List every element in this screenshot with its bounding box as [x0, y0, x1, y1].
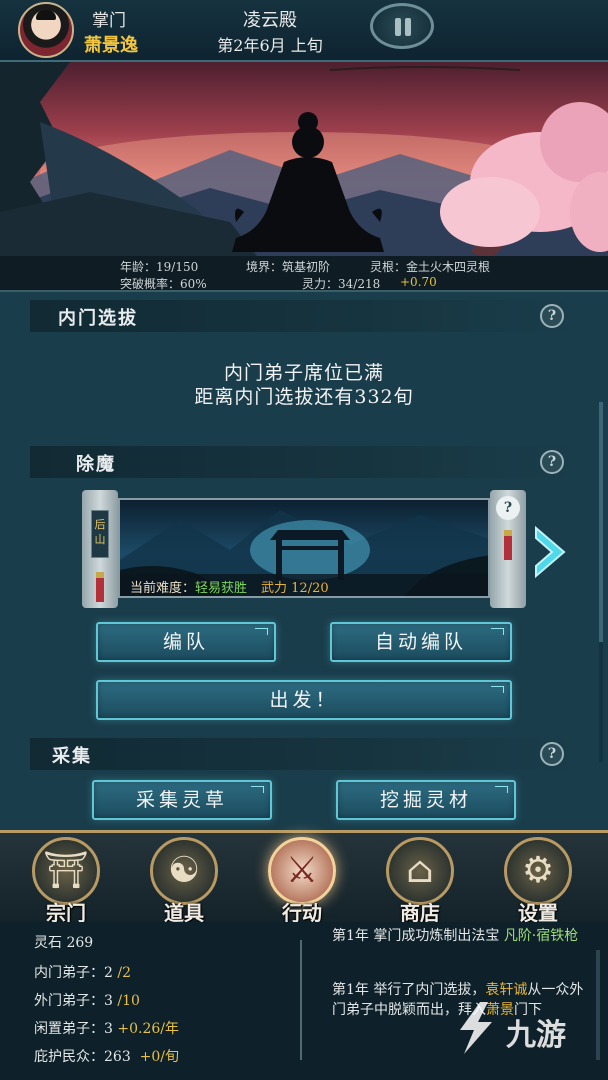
- spiritual-power-rate: +0.70: [400, 275, 437, 289]
- disciple-name: 袁轩诚: [485, 982, 528, 998]
- help-icon[interactable]: ?: [540, 742, 564, 766]
- auto-team-button[interactable]: 自动编队: [330, 622, 512, 662]
- nine-game-logo-icon: [460, 1002, 492, 1054]
- meditation-scene: [0, 62, 608, 260]
- shop-icon: ⌂: [406, 850, 434, 891]
- sect-gate-icon: ⛩: [43, 850, 89, 891]
- leader-avatar[interactable]: [18, 2, 74, 58]
- hall-name: 凌云殿: [243, 10, 297, 31]
- watermark-logo: 九游: [450, 1000, 600, 1056]
- tassel-icon: [504, 530, 512, 560]
- artifact-name: 凡阶·宿铁枪: [503, 928, 579, 944]
- inner-selection-countdown: 距离内门选拔还有332旬: [194, 386, 414, 408]
- watermark-text: 九游: [506, 1018, 566, 1053]
- help-icon[interactable]: ?: [540, 304, 564, 328]
- mission-card[interactable]: 后山 当前难度：轻易获胜 武力 12/20 ?: [82, 490, 526, 608]
- pause-button[interactable]: [370, 3, 434, 49]
- section-header-demon-slaying: 除魔 ?: [30, 446, 576, 478]
- leader-name: 萧景逸: [84, 35, 138, 56]
- nav-settings[interactable]: ⚙ 设置: [492, 837, 584, 925]
- breakthrough-stat: 突破概率：60%: [120, 277, 207, 291]
- top-bar: 掌门 萧景逸 凌云殿 第2年6月 上旬: [0, 0, 608, 62]
- gather-herbs-button[interactable]: 采集灵草: [92, 780, 272, 820]
- depart-button[interactable]: 出发！: [96, 680, 512, 720]
- tassel-icon: [96, 572, 104, 602]
- team-button[interactable]: 编队: [96, 622, 276, 662]
- mission-caption: 当前难度：轻易获胜 武力 12/20: [120, 574, 488, 596]
- nav-action[interactable]: ⚔ 行动: [256, 837, 348, 925]
- help-icon[interactable]: ?: [540, 450, 564, 474]
- scroll-roller-left: 后山: [82, 490, 118, 608]
- inner-disciples: 内门弟子：2 /2: [34, 965, 131, 981]
- spirit-root-stat: 灵根：金土火木四灵根: [370, 260, 491, 274]
- difficulty-value: 轻易获胜: [195, 581, 248, 596]
- leader-role: 掌门: [92, 11, 126, 31]
- section-header-inner-selection: 内门选拔 ?: [30, 300, 576, 332]
- next-mission-arrow-icon[interactable]: [530, 522, 570, 582]
- scroll-roller-right: ?: [490, 490, 526, 608]
- event-log-entry: 第1年 掌门成功炼制出法宝 凡阶·宿铁枪: [332, 928, 579, 944]
- nav-items[interactable]: ☯ 道具: [138, 837, 230, 925]
- inner-selection-status: 内门弟子席位已满: [223, 362, 384, 384]
- panel-scrollbar-thumb[interactable]: [599, 402, 603, 642]
- sword-scroll-icon: ⚔: [285, 850, 319, 891]
- game-date: 第2年6月 上旬: [217, 36, 323, 55]
- nav-shop[interactable]: ⌂ 商店: [374, 837, 466, 925]
- nav-sect[interactable]: ⛩ 宗门: [20, 837, 112, 925]
- bottom-nav: ⛩ 宗门 ☯ 道具 ⚔ 行动 ⌂ 商店 ⚙ 设置: [0, 830, 608, 925]
- pause-icon: [395, 18, 401, 36]
- section-title: 采集: [52, 746, 92, 767]
- section-header-gathering: 采集 ?: [30, 738, 576, 770]
- divider: [300, 940, 302, 1060]
- age-stat: 年龄：19/150: [120, 260, 199, 274]
- idle-disciples: 闲置弟子：3 +0.26/年: [34, 1021, 179, 1037]
- force-requirement: 武力 12/20: [261, 581, 329, 596]
- gear-icon: ⚙: [521, 850, 555, 891]
- help-icon[interactable]: ?: [496, 496, 520, 520]
- outer-disciples: 外门弟子：3 /10: [34, 993, 140, 1009]
- section-title: 除魔: [76, 454, 116, 475]
- mission-image[interactable]: 当前难度：轻易获胜 武力 12/20: [118, 498, 490, 598]
- location-tag: 后山: [91, 510, 109, 558]
- spiritual-power-stat: 灵力：34/218: [302, 277, 381, 291]
- section-title: 内门选拔: [58, 308, 138, 329]
- realm-stat: 境界：筑基初阶: [246, 260, 331, 274]
- protected-people: 庇护民众：263 +0/旬: [34, 1049, 179, 1065]
- dig-materials-button[interactable]: 挖掘灵材: [336, 780, 516, 820]
- spirit-stone-count: 灵石 269: [34, 935, 94, 951]
- pouch-icon: ☯: [167, 850, 201, 891]
- scene-illustration: [0, 62, 608, 260]
- cultivation-stats: 年龄：19/150 境界：筑基初阶 灵根：金土火木四灵根 突破概率：60% 灵力…: [0, 256, 608, 292]
